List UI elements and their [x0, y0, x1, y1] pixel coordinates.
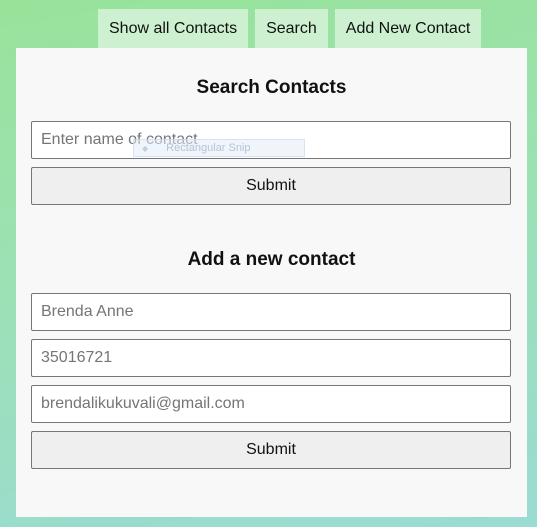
add-contact-submit-button[interactable]: Submit	[31, 431, 511, 469]
search-name-input[interactable]	[31, 121, 511, 159]
top-nav: Show all Contacts Search Add New Contact	[98, 9, 482, 49]
main-panel: Search Contacts Submit Add a new contact…	[16, 48, 527, 517]
contact-email-input[interactable]	[31, 385, 511, 423]
tab-show-all-contacts[interactable]: Show all Contacts	[98, 9, 249, 49]
add-contact-heading: Add a new contact	[187, 249, 356, 270]
contact-name-input[interactable]	[31, 293, 511, 331]
search-contacts-heading: Search Contacts	[196, 77, 347, 98]
contact-phone-input[interactable]	[31, 339, 511, 377]
search-submit-button[interactable]: Submit	[31, 167, 511, 205]
tab-search[interactable]: Search	[255, 9, 328, 49]
tab-add-new-contact[interactable]: Add New Contact	[334, 9, 482, 49]
